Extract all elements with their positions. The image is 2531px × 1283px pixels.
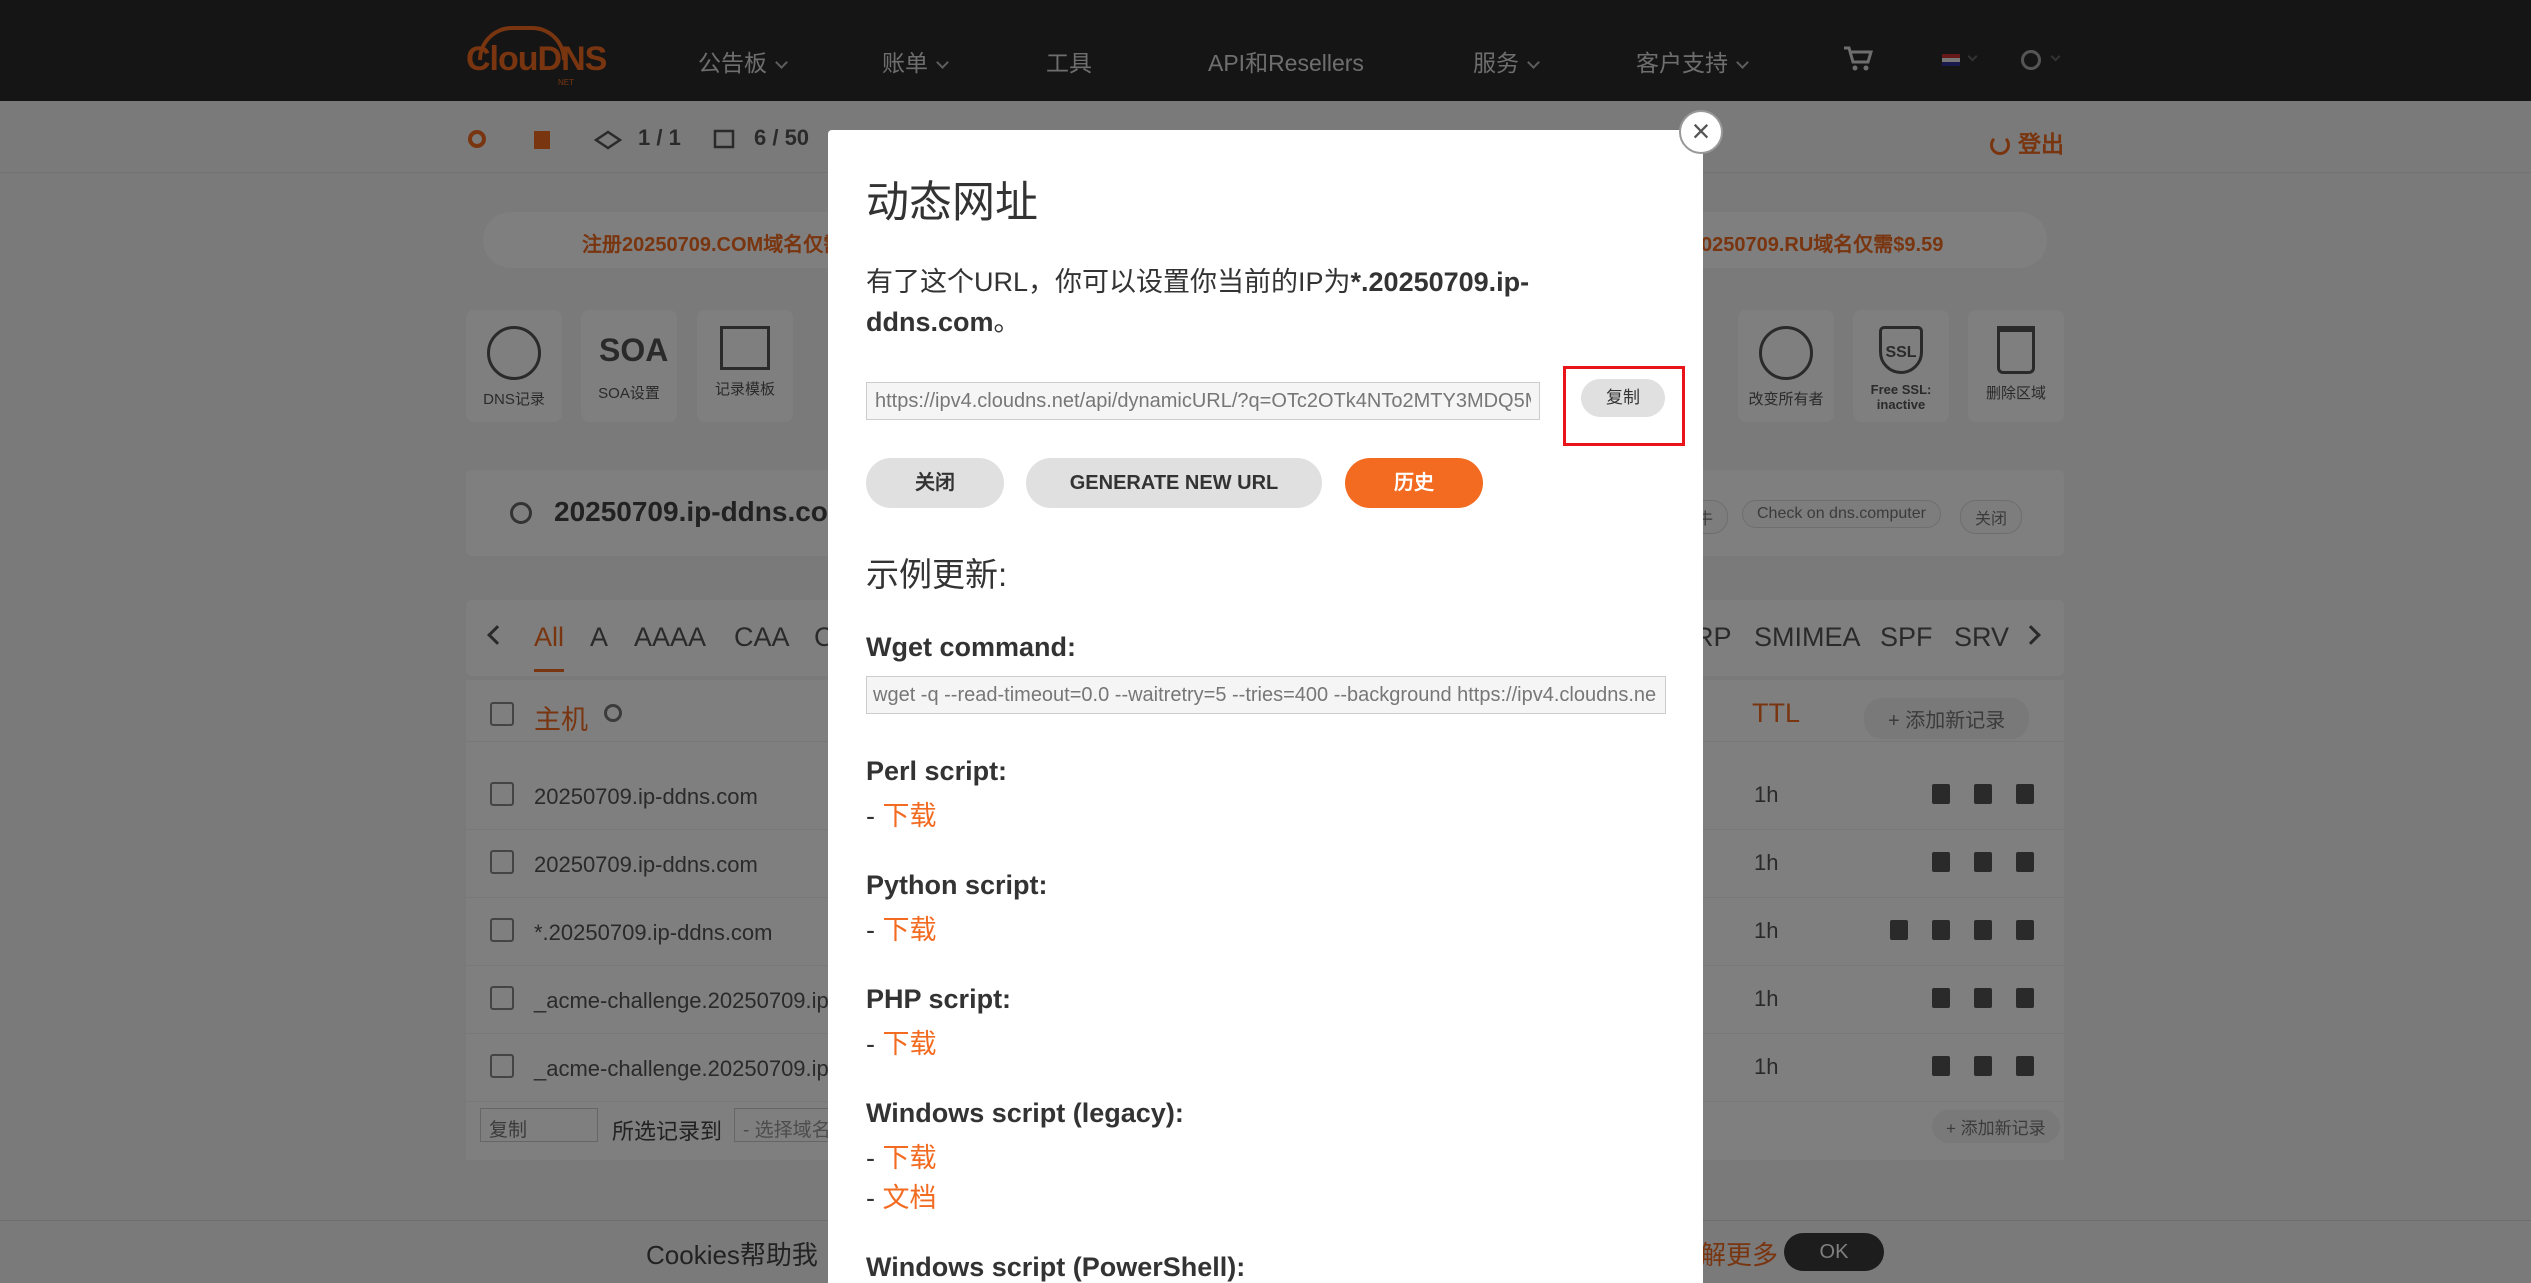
php-heading: PHP script: bbox=[866, 984, 1012, 1014]
modal-description: 有了这个URL，你可以设置你当前的IP为*.20250709.ip-ddns.c… bbox=[866, 267, 1530, 337]
windows-powershell-heading: Windows script (PowerShell): bbox=[866, 1252, 1246, 1282]
windows-legacy-download: - 下载 bbox=[866, 1143, 937, 1173]
python-download: - 下载 bbox=[866, 915, 937, 945]
windows-legacy-docs: - 文档 bbox=[866, 1183, 937, 1213]
python-heading: Python script: bbox=[866, 870, 1048, 900]
dynamic-url-field[interactable] bbox=[866, 382, 1540, 420]
history-button[interactable]: 历史 bbox=[1345, 458, 1483, 508]
dynamic-url-modal: 动态网址 有了这个URL，你可以设置你当前的IP为*.20250709.ip-d… bbox=[828, 130, 1703, 1283]
modal-close-icon[interactable]: × bbox=[1679, 110, 1723, 154]
generate-new-url-button[interactable]: GENERATE NEW URL bbox=[1026, 458, 1322, 508]
close-button[interactable]: 关闭 bbox=[866, 458, 1004, 508]
wget-heading: Wget command: bbox=[866, 632, 1077, 662]
perl-heading: Perl script: bbox=[866, 756, 1008, 786]
perl-download: - 下载 bbox=[866, 801, 937, 831]
windows-legacy-download-link[interactable]: 下载 bbox=[883, 1143, 937, 1173]
highlight-box bbox=[1563, 366, 1685, 446]
php-download-link[interactable]: 下载 bbox=[883, 1029, 937, 1059]
wget-command-field[interactable] bbox=[866, 676, 1666, 714]
php-download: - 下载 bbox=[866, 1029, 937, 1059]
perl-download-link[interactable]: 下载 bbox=[883, 801, 937, 831]
modal-title: 动态网址 bbox=[866, 179, 1038, 227]
windows-legacy-docs-link[interactable]: 文档 bbox=[883, 1183, 937, 1213]
windows-legacy-heading: Windows script (legacy): bbox=[866, 1098, 1184, 1128]
python-download-link[interactable]: 下载 bbox=[883, 915, 937, 945]
examples-heading: 示例更新: bbox=[866, 556, 1008, 593]
